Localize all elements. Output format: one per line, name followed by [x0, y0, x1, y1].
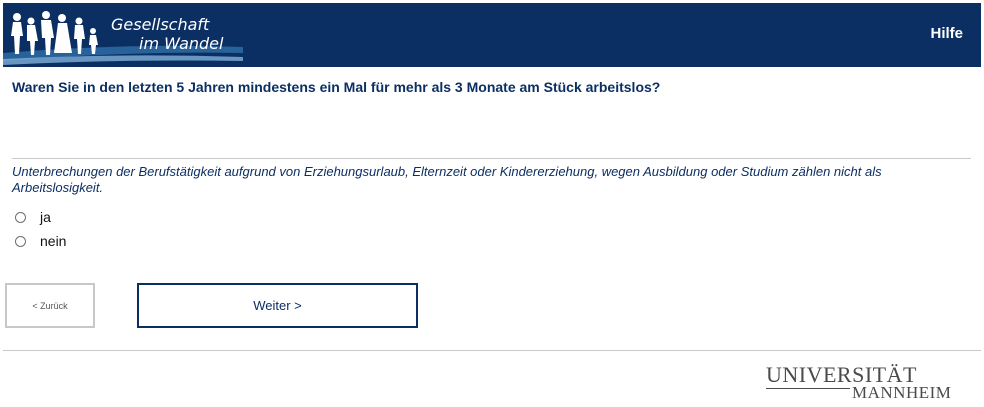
instruction-text: Unterbrechungen der Berufstätigkeit aufg… [12, 164, 882, 195]
divider [12, 158, 971, 159]
header-banner: Gesellschaft im Wandel Hilfe [3, 3, 981, 67]
option-label-nein: nein [40, 233, 67, 249]
option-label-ja: ja [40, 209, 51, 225]
radio-ja[interactable] [15, 211, 26, 223]
option-nein[interactable]: nein [15, 233, 66, 249]
logo-underline [766, 388, 850, 389]
logo-line1: Gesellschaft [111, 15, 210, 34]
next-button[interactable]: Weiter > [137, 283, 418, 328]
logo-text: Gesellschaft im Wandel [111, 15, 223, 53]
university-logo: UNIVERSITÄT MANNHEIM [766, 364, 966, 404]
back-button[interactable]: < Zurück [5, 283, 95, 328]
question-text: Waren Sie in den letzten 5 Jahren mindes… [12, 79, 661, 95]
university-line2: MANNHEIM [852, 383, 952, 402]
logo-line2: im Wandel [139, 34, 224, 53]
option-ja[interactable]: ja [15, 209, 51, 225]
help-link[interactable]: Hilfe [930, 25, 963, 42]
footer-divider [3, 350, 981, 351]
people-silhouettes-icon [11, 11, 98, 55]
survey-page: Gesellschaft im Wandel Hilfe Waren Sie i… [0, 0, 984, 407]
radio-nein[interactable] [15, 235, 26, 247]
